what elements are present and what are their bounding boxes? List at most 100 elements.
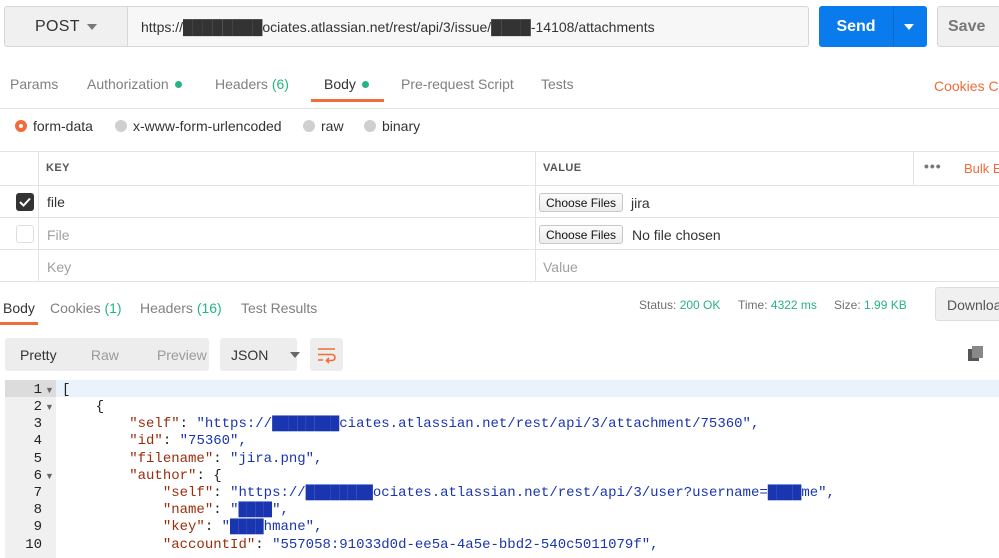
- status-readout: Status: 200 OK: [639, 298, 720, 312]
- cookies-label: Cookies: [934, 78, 985, 94]
- json-key: "author": [129, 468, 197, 484]
- row-checkbox[interactable]: [16, 225, 34, 243]
- line-number: 6: [33, 468, 42, 484]
- table-border: [0, 151, 999, 152]
- radio-binary[interactable]: binary: [364, 118, 420, 134]
- code-line: [: [62, 382, 71, 398]
- value-column-header: VALUE: [543, 162, 582, 174]
- chevron-down-icon: [290, 351, 301, 358]
- download-button[interactable]: Downloa: [935, 287, 999, 321]
- radio-form-data[interactable]: form-data: [15, 118, 93, 134]
- json-value: "557058:91033d0d-ee5a-4a5e-bbd2-540c5011…: [272, 537, 659, 553]
- status-value: 200 OK: [679, 298, 721, 312]
- tab-count: (6): [271, 76, 289, 92]
- divider: [0, 108, 999, 109]
- choose-files-button[interactable]: Choose Files: [539, 193, 624, 212]
- code-line: "author": {: [129, 468, 222, 484]
- json-value: "jira.png",: [230, 451, 323, 467]
- json-key: "id": [129, 433, 163, 449]
- tab-body[interactable]: Body: [324, 76, 369, 92]
- cookies-link[interactable]: Cookies C: [934, 78, 999, 94]
- json-brace: {: [213, 468, 222, 484]
- save-button[interactable]: Save: [937, 6, 999, 47]
- line-number: 2: [33, 399, 42, 415]
- file-name: No file chosen: [632, 227, 721, 243]
- key-column-header: KEY: [46, 162, 70, 174]
- choose-files-button[interactable]: Choose Files: [539, 225, 624, 244]
- chevron-down-icon: [87, 23, 97, 30]
- code-line: "accountId": "557058:91033d0d-ee5a-4a5e-…: [162, 537, 659, 553]
- more-options-icon[interactable]: •••: [924, 158, 942, 174]
- value-input-placeholder[interactable]: Value: [543, 259, 578, 275]
- copy-icon[interactable]: [967, 345, 985, 368]
- row-checkbox[interactable]: [16, 193, 34, 211]
- json-value: "75360",: [179, 433, 247, 449]
- radio-label: form-data: [33, 118, 93, 134]
- json-value: "████",: [230, 502, 289, 518]
- response-tab-test-results[interactable]: Test Results: [241, 300, 317, 316]
- json-key: "self": [162, 485, 214, 501]
- wrap-lines-icon: [318, 348, 336, 364]
- key-input-placeholder[interactable]: Key: [47, 259, 71, 275]
- table-border: [535, 151, 536, 282]
- send-button[interactable]: Send: [819, 6, 927, 47]
- chevron-down-icon[interactable]: [904, 23, 914, 30]
- json-value: "https://████████ciates.atlassian.net/re…: [196, 416, 760, 432]
- response-tab-cookies[interactable]: Cookies (1): [50, 300, 122, 316]
- code-line: "self": "https://████████ciates.atlassia…: [129, 416, 760, 432]
- tab-headers[interactable]: Headers (6): [215, 76, 289, 92]
- code-line: {: [62, 399, 105, 415]
- wrap-lines-button[interactable]: [310, 338, 343, 371]
- format-toggle: Pretty Raw Preview: [5, 338, 209, 371]
- code-line: "name": "████",: [162, 502, 289, 518]
- radio-selected-icon: [15, 120, 27, 132]
- tab-params[interactable]: Params: [10, 76, 58, 92]
- key-cell[interactable]: file: [47, 194, 65, 210]
- table-border: [0, 281, 999, 282]
- tab-count: (16): [196, 300, 222, 316]
- response-tab-body[interactable]: Body: [3, 300, 35, 316]
- format-preview[interactable]: Preview: [143, 347, 209, 363]
- table-border: [0, 249, 999, 250]
- fold-arrow-icon[interactable]: ▼: [45, 385, 54, 395]
- json-value: "https://████████ociates.atlassian.net/r…: [230, 485, 835, 501]
- key-cell-placeholder[interactable]: File: [47, 227, 70, 243]
- radio-icon: [115, 120, 127, 132]
- tab-pre-request-script[interactable]: Pre-request Script: [401, 76, 514, 92]
- line-number: 3: [33, 416, 42, 432]
- radio-label: binary: [382, 118, 421, 134]
- method-label: POST: [35, 17, 80, 35]
- active-tab-indicator: [311, 99, 384, 102]
- time-readout: Time: 4322 ms: [738, 298, 817, 312]
- code-line: "filename": "jira.png",: [129, 451, 323, 467]
- tab-label: Authorization: [87, 76, 169, 92]
- format-raw[interactable]: Raw: [77, 347, 143, 363]
- active-tab-indicator: [0, 322, 38, 325]
- bulk-edit-link[interactable]: Bulk E: [964, 161, 999, 176]
- fold-arrow-icon[interactable]: ▼: [45, 402, 54, 412]
- tab-label: Body: [324, 76, 356, 92]
- language-dropdown[interactable]: JSON: [220, 338, 301, 371]
- radio-label: raw: [321, 118, 344, 134]
- json-value: "████hmane",: [221, 519, 323, 535]
- size-readout: Size: 1.99 KB: [834, 298, 907, 312]
- tab-authorization[interactable]: Authorization: [87, 76, 182, 92]
- line-number: 1: [33, 382, 42, 398]
- tab-tests[interactable]: Tests: [541, 76, 574, 92]
- url-input[interactable]: https://████████ociates.atlassian.net/re…: [128, 6, 809, 47]
- line-number: 5: [33, 451, 42, 467]
- code-line: "id": "75360",: [129, 433, 247, 449]
- fold-arrow-icon[interactable]: ▼: [45, 471, 54, 481]
- code-link[interactable]: C: [988, 78, 998, 94]
- json-key: "name": [162, 502, 214, 518]
- response-tab-headers[interactable]: Headers (16): [140, 300, 222, 316]
- json-key: "self": [129, 416, 180, 432]
- radio-urlencoded[interactable]: x-www-form-urlencoded: [115, 118, 282, 134]
- format-pretty[interactable]: Pretty: [5, 347, 77, 363]
- time-value: 4322 ms: [770, 298, 817, 312]
- method-dropdown[interactable]: POST: [4, 6, 128, 47]
- radio-raw[interactable]: raw: [303, 118, 344, 134]
- active-line-highlight: [56, 380, 999, 397]
- language-label: JSON: [231, 346, 269, 363]
- radio-label: x-www-form-urlencoded: [133, 118, 282, 134]
